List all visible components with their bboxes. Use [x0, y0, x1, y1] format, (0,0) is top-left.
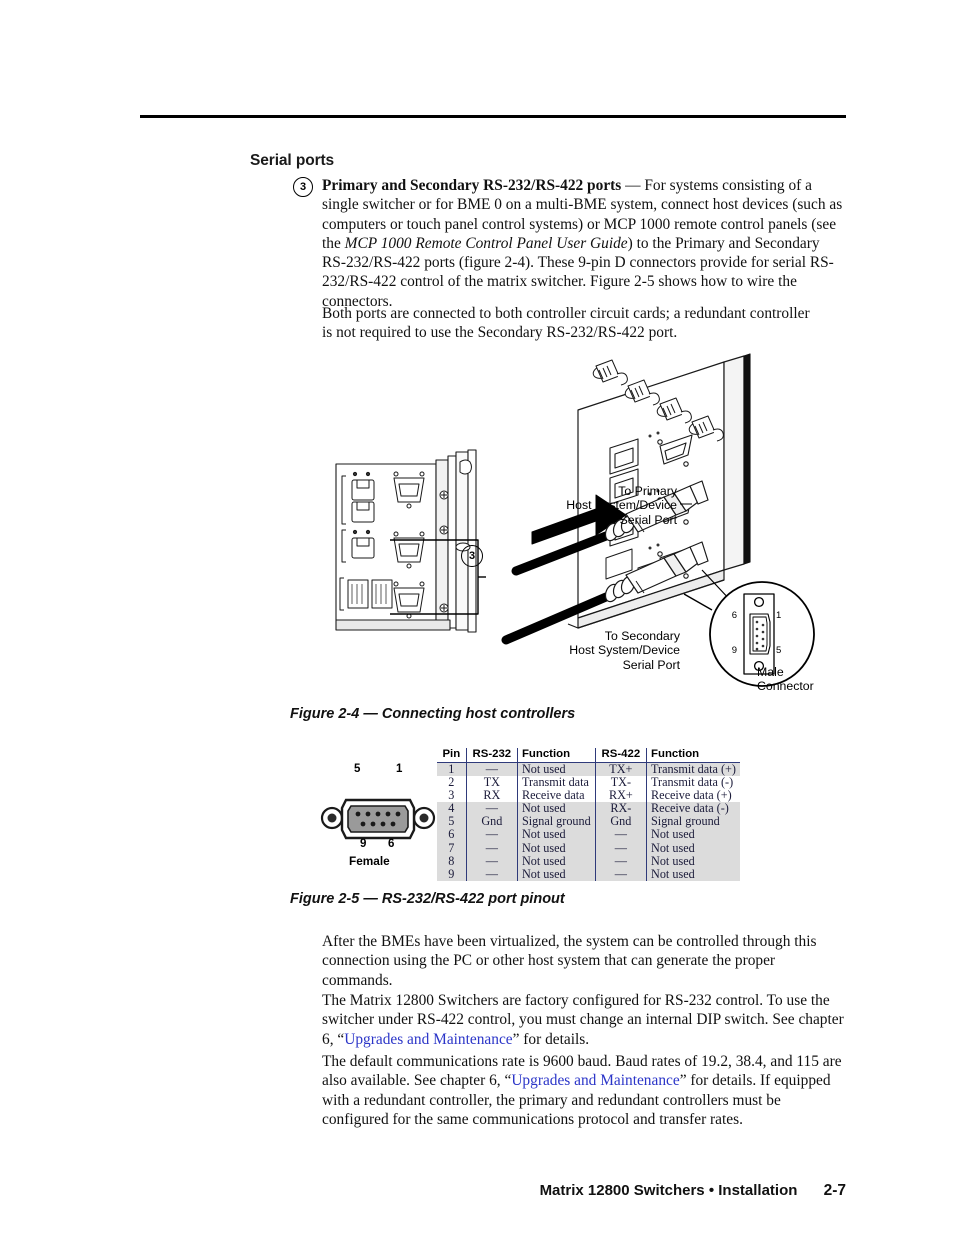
callout-paragraph-bold: Primary and Secondary RS-232/RS-422 port… [322, 177, 622, 194]
th-function-422: Function [646, 748, 740, 763]
th-rs422: RS-422 [595, 748, 648, 763]
matrix-config-paragraph: The Matrix 12800 Switchers are factory c… [322, 991, 847, 1049]
baud-rate-paragraph: The default communications rate is 9600 … [322, 1052, 850, 1129]
cell-rs422: — [595, 867, 648, 881]
cell-function-422: Transmit data (+) [646, 762, 740, 777]
figure-2-4-connecting-host-controllers: 6 1 9 5 3 To Primary Host System/Device … [320, 352, 860, 697]
figure-2-5-rs232-rs422-pinout: 5 1 9 6 Female Pin RS-232 Function RS-42… [320, 748, 740, 881]
th-function-232: Function [517, 748, 596, 763]
cell-function-232: Not used [517, 762, 596, 777]
th-rs232: RS-232 [466, 748, 518, 763]
male-pin-9: 9 [732, 645, 737, 656]
page-footer: Matrix 12800 Switchers • Installation 2-… [0, 1182, 954, 1200]
cell-pin: 8 [437, 854, 467, 868]
cell-rs232: — [466, 854, 518, 868]
cell-function-422: Not used [646, 841, 740, 855]
male-pin-1: 1 [776, 610, 781, 621]
cell-pin: 1 [437, 762, 467, 777]
cell-rs232: — [466, 828, 518, 842]
table-row: 6— Not used — Not used [437, 828, 740, 842]
label-to-secondary-host-port: To Secondary Host System/Device Serial P… [569, 629, 680, 672]
pinout-table: Pin RS-232 Function RS-422 Function 1— No… [437, 748, 740, 881]
figure-2-4-caption: Figure 2-4 — Connecting host controllers [290, 706, 576, 722]
cell-pin: 7 [437, 841, 467, 855]
callout-paragraph-italic-title: MCP 1000 Remote Control Panel User Guide [344, 234, 628, 252]
cell-function-422: Not used [646, 854, 740, 868]
footer-title: Matrix 12800 Switchers • Installation [539, 1182, 798, 1199]
table-row: 7— Not used — Not used [437, 841, 740, 855]
cell-rs422: TX+ [595, 762, 648, 777]
callout-number-badge: 3 [293, 177, 313, 197]
callout-paragraph-dash: — [621, 177, 645, 194]
male-pin-5: 5 [776, 645, 781, 656]
cell-pin: 9 [437, 867, 467, 881]
cell-function-232: Not used [517, 828, 596, 842]
pinout-table-header-row: Pin RS-232 Function RS-422 Function [437, 748, 740, 763]
matrix-paragraph-part2: ” for details. [512, 1030, 590, 1048]
cell-function-232: Not used [517, 867, 596, 881]
female-pin-label-9: 9 [360, 838, 367, 850]
figure-2-5-caption: Figure 2-5 — RS-232/RS-422 port pinout [290, 891, 565, 907]
cell-function-232: Not used [517, 841, 596, 855]
female-pin-label-6: 6 [388, 838, 395, 850]
after-bmes-paragraph: After the BMEs have been virtualized, th… [322, 933, 817, 989]
rear-panel-card-flat [335, 449, 486, 633]
cell-rs422: — [595, 841, 648, 855]
figure-callout-number-3: 3 [461, 545, 483, 567]
upgrades-and-maintenance-link-2[interactable]: Upgrades and Maintenance [511, 1072, 679, 1089]
table-row: 8— Not used — Not used [437, 854, 740, 868]
th-pin: Pin [437, 748, 467, 763]
cell-function-232: Not used [517, 854, 596, 868]
cell-function-422: Not used [646, 828, 740, 842]
cell-rs232: — [466, 867, 518, 881]
callout-paragraph: Primary and Secondary RS-232/RS-422 port… [322, 176, 847, 311]
cell-rs232: — [466, 841, 518, 855]
table-row: 9— Not used — Not used [437, 867, 740, 881]
female-connector-diagram: 5 1 9 6 Female [320, 763, 438, 868]
cell-rs422: — [595, 828, 648, 842]
label-to-primary-host-port: To Primary Host System/Device Serial Por… [566, 484, 677, 527]
female-pin-label-1: 1 [396, 763, 403, 775]
cell-rs422: — [595, 854, 648, 868]
cell-rs232: — [466, 762, 518, 777]
table-row: 1— Not used TX+ Transmit data (+) [437, 762, 740, 777]
both-ports-paragraph: Both ports are connected to both control… [322, 305, 810, 342]
male-pin-6: 6 [732, 610, 737, 621]
cell-pin: 6 [437, 828, 467, 842]
page-title: Serial ports [250, 152, 335, 169]
upgrades-and-maintenance-link-1[interactable]: Upgrades and Maintenance [344, 1031, 512, 1048]
label-male-connector: Male Connector [757, 665, 814, 694]
cell-function-422: Not used [646, 867, 740, 881]
header-rule [140, 115, 846, 118]
footer-page-number: 2-7 [823, 1182, 846, 1199]
female-connector-caption: Female [349, 854, 390, 868]
female-pin-label-5: 5 [354, 763, 361, 775]
